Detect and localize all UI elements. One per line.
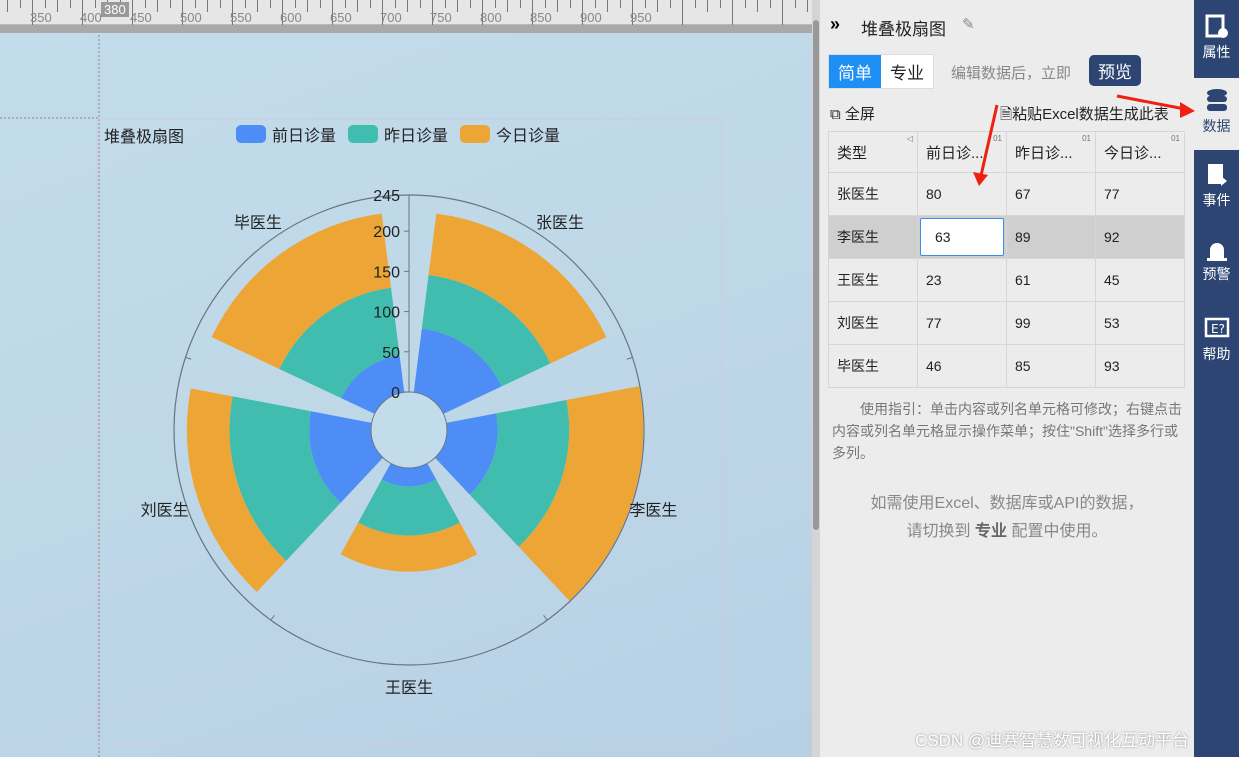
table-cell[interactable]: 99	[1006, 301, 1096, 345]
events-icon	[1207, 164, 1227, 186]
config-panel: » 堆叠极扇图 ✎ 简单 专业 编辑数据后，立即 预览 ⧉ 全屏 🗎粘贴Exce…	[820, 0, 1194, 757]
column-header[interactable]: 今日诊... 01	[1095, 131, 1185, 173]
category-label: 张医生	[536, 214, 584, 232]
table-cell[interactable]: 45	[1095, 258, 1185, 302]
legend-swatch	[236, 125, 266, 143]
table-cell[interactable]: 53	[1095, 301, 1185, 345]
table-cell[interactable]: 85	[1006, 344, 1096, 388]
table-row: 王医生 23 61 45	[828, 258, 1185, 302]
help-icon: E?	[1204, 317, 1229, 338]
table-cell[interactable]: 93	[1095, 344, 1185, 388]
alarm-icon	[1206, 243, 1227, 261]
radius-tick-label: 0	[391, 385, 400, 402]
excel-file-icon: 🗎	[1000, 106, 1013, 123]
table-cell[interactable]: 77	[1095, 172, 1185, 216]
angle-tick	[626, 356, 633, 360]
right-sidebar: 属性 数据 事件 预警 E? 帮助	[1194, 0, 1239, 757]
legend-swatch	[460, 125, 491, 143]
table-cell[interactable]: 67	[1006, 172, 1096, 216]
angle-tick	[543, 614, 548, 621]
legend-label: 今日诊量	[496, 128, 561, 145]
preview-hint: 编辑数据后，立即	[951, 65, 1072, 82]
sidebar-item-data[interactable]: 数据	[1194, 78, 1239, 150]
panel-title: 堆叠极扇图	[861, 20, 946, 39]
table-row: 张医生 80 67 77	[828, 172, 1185, 216]
table-cell[interactable]: 89	[1006, 215, 1096, 259]
category-label: 李医生	[629, 501, 677, 519]
radius-tick-label: 50	[382, 345, 400, 362]
table-cell[interactable]: 61	[1006, 258, 1096, 302]
fullscreen-icon: ⧉	[830, 106, 845, 123]
tab-simple[interactable]: 简单	[829, 55, 881, 88]
tab-pro[interactable]: 专业	[881, 55, 933, 88]
legend-item[interactable]: 今日诊量	[460, 122, 560, 146]
properties-icon	[1205, 14, 1228, 38]
table-cell[interactable]: 刘医生	[828, 301, 918, 345]
legend-label: 前日诊量	[272, 128, 337, 145]
database-icon	[1206, 89, 1227, 111]
chart-title: 堆叠极扇图	[104, 129, 185, 146]
watermark: CSDN @迪赛智慧数可视化互动平台	[915, 731, 1190, 750]
column-header[interactable]: 前日诊... 01	[917, 131, 1007, 173]
edit-title-icon[interactable]: ✎	[962, 15, 975, 33]
radius-tick-label: 150	[373, 264, 400, 281]
column-header[interactable]: 昨日诊... 01	[1006, 131, 1096, 173]
table-row: 刘医生 77 99 53	[828, 301, 1185, 345]
table-cell[interactable]: 王医生	[828, 258, 918, 302]
collapse-icon[interactable]: »	[830, 14, 840, 35]
vertical-scrollbar[interactable]	[812, 0, 820, 757]
sidebar-item-properties[interactable]: 属性	[1194, 4, 1239, 76]
table-cell[interactable]: 77	[917, 301, 1007, 345]
canvas[interactable]: 350 400 450 500 550 600 650 700 750 800 850 900 950 …	[0, 0, 812, 757]
legend-item[interactable]: 昨日诊量	[348, 122, 448, 146]
radius-tick-label: 200	[373, 224, 400, 241]
radius-tick-label: 100	[373, 305, 400, 322]
svg-text:E?: E?	[1211, 322, 1225, 336]
table-cell[interactable]: 63	[917, 215, 1007, 259]
table-header-row: 类型 ◁ 前日诊... 01 昨日诊... 01 今日诊... 01	[828, 131, 1185, 173]
usage-guide: 使用指引：单击内容或列名单元格可修改；右键点击内容或列名单元格显示操作菜单；按住…	[832, 401, 1182, 461]
legend-label: 昨日诊量	[384, 128, 449, 145]
cell-editor-input[interactable]: 63	[920, 218, 1004, 256]
polar-bar-昨日诊量[interactable]	[358, 479, 460, 536]
table-cell[interactable]: 23	[917, 258, 1007, 302]
category-label: 刘医生	[141, 501, 189, 519]
preview-button[interactable]: 预览	[1089, 55, 1141, 86]
inner-circle	[370, 391, 448, 469]
legend-item[interactable]: 前日诊量	[236, 122, 336, 146]
data-table: 类型 ◁ 前日诊... 01 昨日诊... 01 今日诊... 01 张医生 80 67 77…	[828, 131, 1185, 388]
angle-tick	[185, 356, 192, 360]
sidebar-item-events[interactable]: 事件	[1194, 152, 1239, 224]
column-header[interactable]: 类型 ◁	[828, 131, 918, 173]
fullscreen-button[interactable]: ⧉ 全屏	[830, 103, 875, 124]
sidebar-item-help[interactable]: E? 帮助	[1194, 306, 1239, 378]
paste-excel-button[interactable]: 🗎粘贴Excel数据生成此表	[1000, 103, 1186, 129]
table-row: 毕医生 46 85 93	[828, 344, 1185, 388]
legend-swatch	[348, 125, 379, 143]
table-cell[interactable]: 毕医生	[828, 344, 918, 388]
radius-tick-label: 245	[373, 188, 400, 205]
category-label: 毕医生	[234, 214, 282, 232]
pro-note: 如需使用Excel、数据库或API的数据， 请切换到 专业 配置中使用。	[870, 495, 1144, 540]
sidebar-item-alerts[interactable]: 预警	[1194, 226, 1239, 298]
table-cell[interactable]: 92	[1095, 215, 1185, 259]
table-row: 李医生 63 89 92	[828, 215, 1185, 259]
table-cell[interactable]: 80	[917, 172, 1007, 216]
polar-chart[interactable]: 张医生李医生王医生 刘医生 毕医生 0 50 100 150 200 245	[0, 0, 812, 757]
table-cell[interactable]: 李医生	[828, 215, 918, 259]
table-cell[interactable]: 46	[917, 344, 1007, 388]
angle-tick	[270, 614, 275, 621]
table-cell[interactable]: 张医生	[828, 172, 918, 216]
legend: 前日诊量 昨日诊量 今日诊量	[236, 122, 560, 146]
pro-link[interactable]: 专业	[975, 523, 1007, 540]
category-label: 王医生	[385, 679, 433, 697]
